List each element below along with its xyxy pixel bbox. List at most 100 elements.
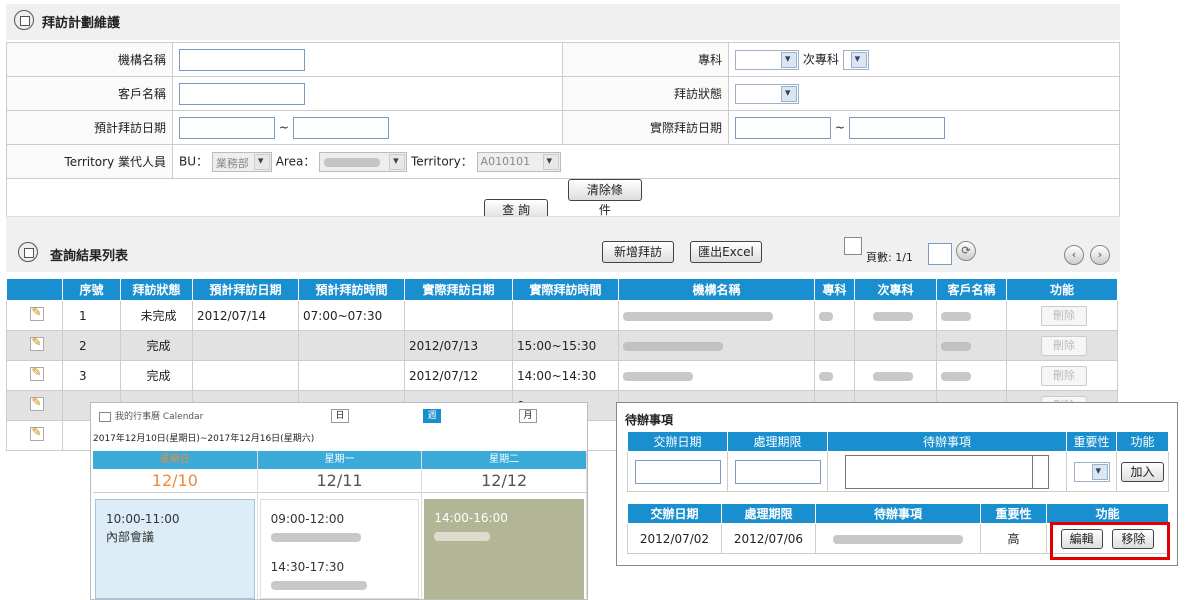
col-act-time: 實際拜訪時間	[512, 278, 619, 301]
bu-value: 業務部	[215, 156, 249, 170]
row-plan-time	[298, 360, 405, 391]
customer-name-input[interactable]	[179, 82, 305, 105]
view-week-button[interactable]: 週	[423, 409, 441, 423]
row-act-time: 15:00~15:30	[512, 330, 619, 361]
table-row: 2 完成 2012/07/13 15:00~15:30 刪除	[6, 330, 1118, 361]
new-visit-button[interactable]: 新增拜訪	[602, 241, 674, 263]
event-time: 10:00-11:00	[106, 512, 180, 526]
calendar-days: 星期日 12/10 10:00-11:00 內部會議 星期一 12/11 09:…	[93, 451, 588, 600]
todo-col: 待辦事項	[827, 431, 1067, 452]
calendar-title: 我的行事曆 Calendar	[99, 409, 203, 422]
row-act-date	[404, 300, 513, 331]
export-excel-button[interactable]: 匯出Excel	[690, 241, 762, 263]
sub-specialty-select[interactable]	[842, 49, 869, 70]
delete-button[interactable]: 刪除	[1041, 365, 1087, 386]
row-status: 完成	[120, 360, 193, 391]
assigned-date-input[interactable]	[634, 459, 721, 484]
todo-input-table: 交辦日期 處理期限 待辦事項 重要性 功能 加入	[627, 431, 1169, 492]
table-row: 3 完成 2012/07/12 14:00~14:30 刪除	[6, 360, 1118, 391]
scrollbar[interactable]	[1032, 455, 1048, 488]
specialty-select[interactable]	[735, 49, 799, 70]
todo-importance: 高	[980, 523, 1047, 554]
calendar-day: 星期日 12/10 10:00-11:00 內部會議	[93, 451, 258, 600]
calendar-title-text: 我的行事曆 Calendar	[115, 412, 204, 422]
edit-icon[interactable]	[29, 395, 44, 411]
add-todo-button[interactable]: 加入	[1121, 461, 1164, 482]
edit-icon[interactable]	[29, 425, 44, 441]
planned-date-from-input[interactable]	[179, 116, 275, 139]
visit-status-select[interactable]	[735, 83, 799, 104]
page-number-input[interactable]	[928, 243, 952, 265]
row-status: 完成	[120, 330, 193, 361]
col-edit	[6, 278, 63, 301]
day-date: 12/11	[257, 469, 422, 493]
prev-page-icon[interactable]: ‹	[1064, 245, 1084, 265]
event-time: 14:30-17:30	[270, 560, 345, 574]
edit-icon[interactable]	[29, 305, 44, 321]
delete-button[interactable]: 刪除	[1041, 335, 1087, 356]
clear-conditions-button[interactable]: 清除條件	[567, 179, 642, 217]
list-icon	[18, 242, 38, 262]
calendar-event[interactable]: 14:00-16:00	[424, 499, 585, 599]
planned-date-to-input[interactable]	[292, 116, 389, 139]
date-range-tilde: ~	[834, 120, 845, 134]
importance-select[interactable]	[1073, 461, 1110, 482]
view-month-button[interactable]: 月	[519, 409, 537, 423]
sub-specialty-label: 次專科	[802, 52, 839, 66]
col-plan-date: 預計拜訪日期	[192, 278, 299, 301]
territory-label: Territory：	[410, 154, 473, 168]
delete-button[interactable]: 刪除	[1041, 305, 1087, 326]
search-form: 機構名稱 專科 次專科 客戶名稱 拜訪狀態 預計拜訪日期 ~ 實際拜訪日期 ~	[6, 42, 1120, 222]
todo-title: 待辦事項	[625, 413, 674, 427]
area-select[interactable]	[319, 151, 408, 172]
results-header-row: 序號 拜訪狀態 預計拜訪日期 預計拜訪時間 實際拜訪日期 實際拜訪時間 機構名稱…	[6, 278, 1118, 301]
pages-icon	[844, 237, 862, 255]
calendar-day: 星期二 12/12 14:00-16:00	[422, 451, 588, 600]
org-name-input[interactable]	[179, 48, 305, 71]
go-page-icon[interactable]: ⟳	[956, 241, 976, 261]
col-sub-specialty: 次專科	[854, 278, 937, 301]
calendar-event[interactable]: 09:00-12:00 14:30-17:30	[259, 499, 420, 599]
calendar-icon	[99, 411, 111, 422]
table-row: 1 未完成 2012/07/14 07:00~07:30 刪除	[6, 300, 1118, 331]
row-no: 3	[62, 360, 121, 391]
todo-deadline: 2012/07/06	[721, 523, 816, 554]
row-act-time: 14:00~14:30	[512, 360, 619, 391]
org-name-label: 機構名稱	[6, 42, 173, 77]
actual-date-to-input[interactable]	[848, 116, 945, 139]
area-label: Area：	[275, 154, 316, 168]
planned-date-label: 預計拜訪日期	[6, 110, 173, 145]
col-status: 拜訪狀態	[120, 278, 193, 301]
row-plan-time	[298, 330, 405, 361]
chevron-down-icon	[1091, 463, 1108, 480]
view-day-button[interactable]: 日	[331, 409, 349, 423]
chevron-down-icon	[542, 153, 559, 170]
event-text: 內部會議	[106, 530, 155, 544]
day-date: 12/12	[422, 469, 587, 493]
chevron-down-icon	[850, 51, 867, 68]
todo-col: 處理期限	[721, 503, 816, 524]
next-page-icon[interactable]: ›	[1090, 245, 1110, 265]
col-org: 機構名稱	[618, 278, 815, 301]
territory-select[interactable]: A010101	[476, 151, 561, 172]
day-name: 星期日	[93, 451, 257, 469]
row-act-date: 2012/07/12	[404, 360, 513, 391]
actual-date-from-input[interactable]	[735, 116, 831, 139]
todo-assigned: 2012/07/02	[627, 523, 722, 554]
col-plan-time: 預計拜訪時間	[298, 278, 405, 301]
calendar-event[interactable]: 10:00-11:00 內部會議	[95, 499, 255, 599]
bu-select[interactable]: 業務部	[211, 151, 272, 172]
todo-col: 功能	[1046, 503, 1169, 524]
chevron-down-icon	[253, 153, 270, 170]
deadline-input[interactable]	[734, 459, 821, 484]
territory-rep-label: Territory 業代人員	[6, 144, 173, 179]
edit-icon[interactable]	[29, 365, 44, 381]
col-actions: 功能	[1006, 278, 1118, 301]
todo-text-input[interactable]	[845, 454, 1049, 489]
row-no: 1	[62, 300, 121, 331]
day-name: 星期二	[422, 451, 587, 469]
calendar-range: 2017年12月10日(星期日)~2017年12月16日(星期六)	[93, 434, 315, 444]
edit-icon[interactable]	[29, 335, 44, 351]
row-plan-date	[192, 330, 299, 361]
row-plan-date: 2012/07/14	[192, 300, 299, 331]
